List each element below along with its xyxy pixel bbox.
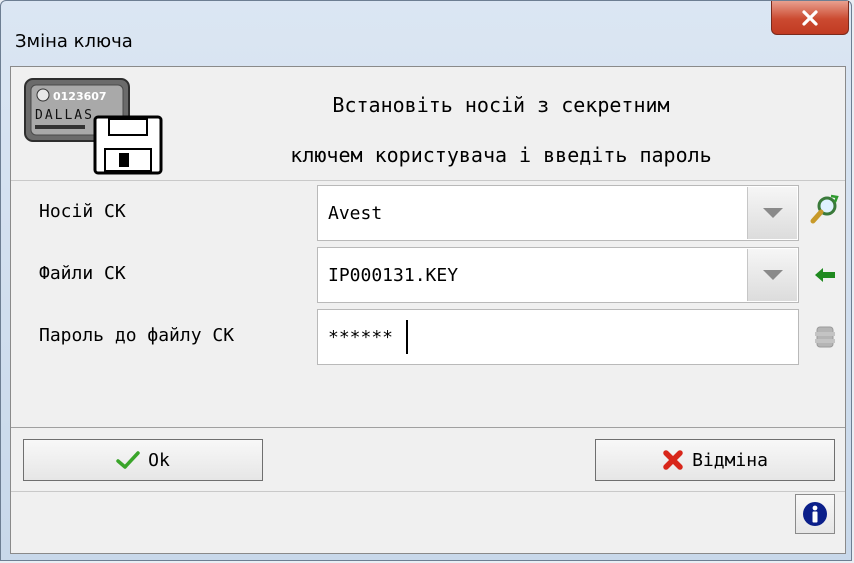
carrier-value: Avest (328, 203, 383, 224)
key-form: Носій СК Avest Файли СК IP000131.KEY Пар… (11, 181, 845, 427)
footer-divider (11, 491, 845, 492)
password-input[interactable]: ****** (317, 309, 799, 365)
chevron-down-icon (762, 270, 783, 280)
cancel-button[interactable]: Відміна (595, 439, 835, 481)
password-label: Пароль до файлу СК (39, 325, 235, 346)
carrier-label: Носій СК (39, 201, 126, 222)
search-refresh-icon[interactable] (809, 193, 841, 225)
info-icon (803, 502, 827, 526)
close-button[interactable] (771, 1, 849, 35)
ok-button-label: Ok (148, 449, 170, 471)
back-arrow-icon[interactable] (809, 259, 841, 291)
carrier-select[interactable]: Avest (317, 185, 799, 241)
ok-button[interactable]: Ok (23, 439, 263, 481)
cancel-button-label: Відміна (692, 449, 768, 471)
disabled-gear-icon (809, 321, 841, 353)
dialog-window: Зміна ключа 0123607 DALLAS Встановіть но… (0, 0, 852, 561)
red-x-icon (663, 450, 683, 470)
chevron-down-icon (762, 208, 783, 218)
title-bar: Зміна ключа (1, 1, 853, 65)
files-select[interactable]: IP000131.KEY (317, 247, 799, 303)
key-brand: DALLAS (35, 108, 94, 123)
dialog-header: 0123607 DALLAS Встановіть носій з секрет… (11, 67, 845, 177)
dialog-client-area: 0123607 DALLAS Встановіть носій з секрет… (10, 66, 846, 554)
files-label: Файли СК (39, 263, 126, 284)
dallas-key-floppy-icon: 0123607 DALLAS (24, 78, 163, 175)
password-value: ****** (328, 327, 394, 348)
form-divider (11, 427, 845, 428)
close-icon (802, 9, 818, 26)
files-value: IP000131.KEY (328, 265, 459, 286)
files-dropdown-button[interactable] (747, 249, 797, 301)
text-caret (406, 320, 408, 354)
checkmark-icon (116, 451, 140, 469)
window-title: Зміна ключа (15, 31, 133, 52)
key-serial: 0123607 (53, 90, 107, 103)
info-button[interactable] (795, 494, 835, 534)
instruction-line-1: Встановіть носій з секретним (332, 93, 670, 117)
carrier-dropdown-button[interactable] (747, 187, 797, 239)
instruction-line-2: ключем користувача і введіть пароль (290, 143, 712, 167)
